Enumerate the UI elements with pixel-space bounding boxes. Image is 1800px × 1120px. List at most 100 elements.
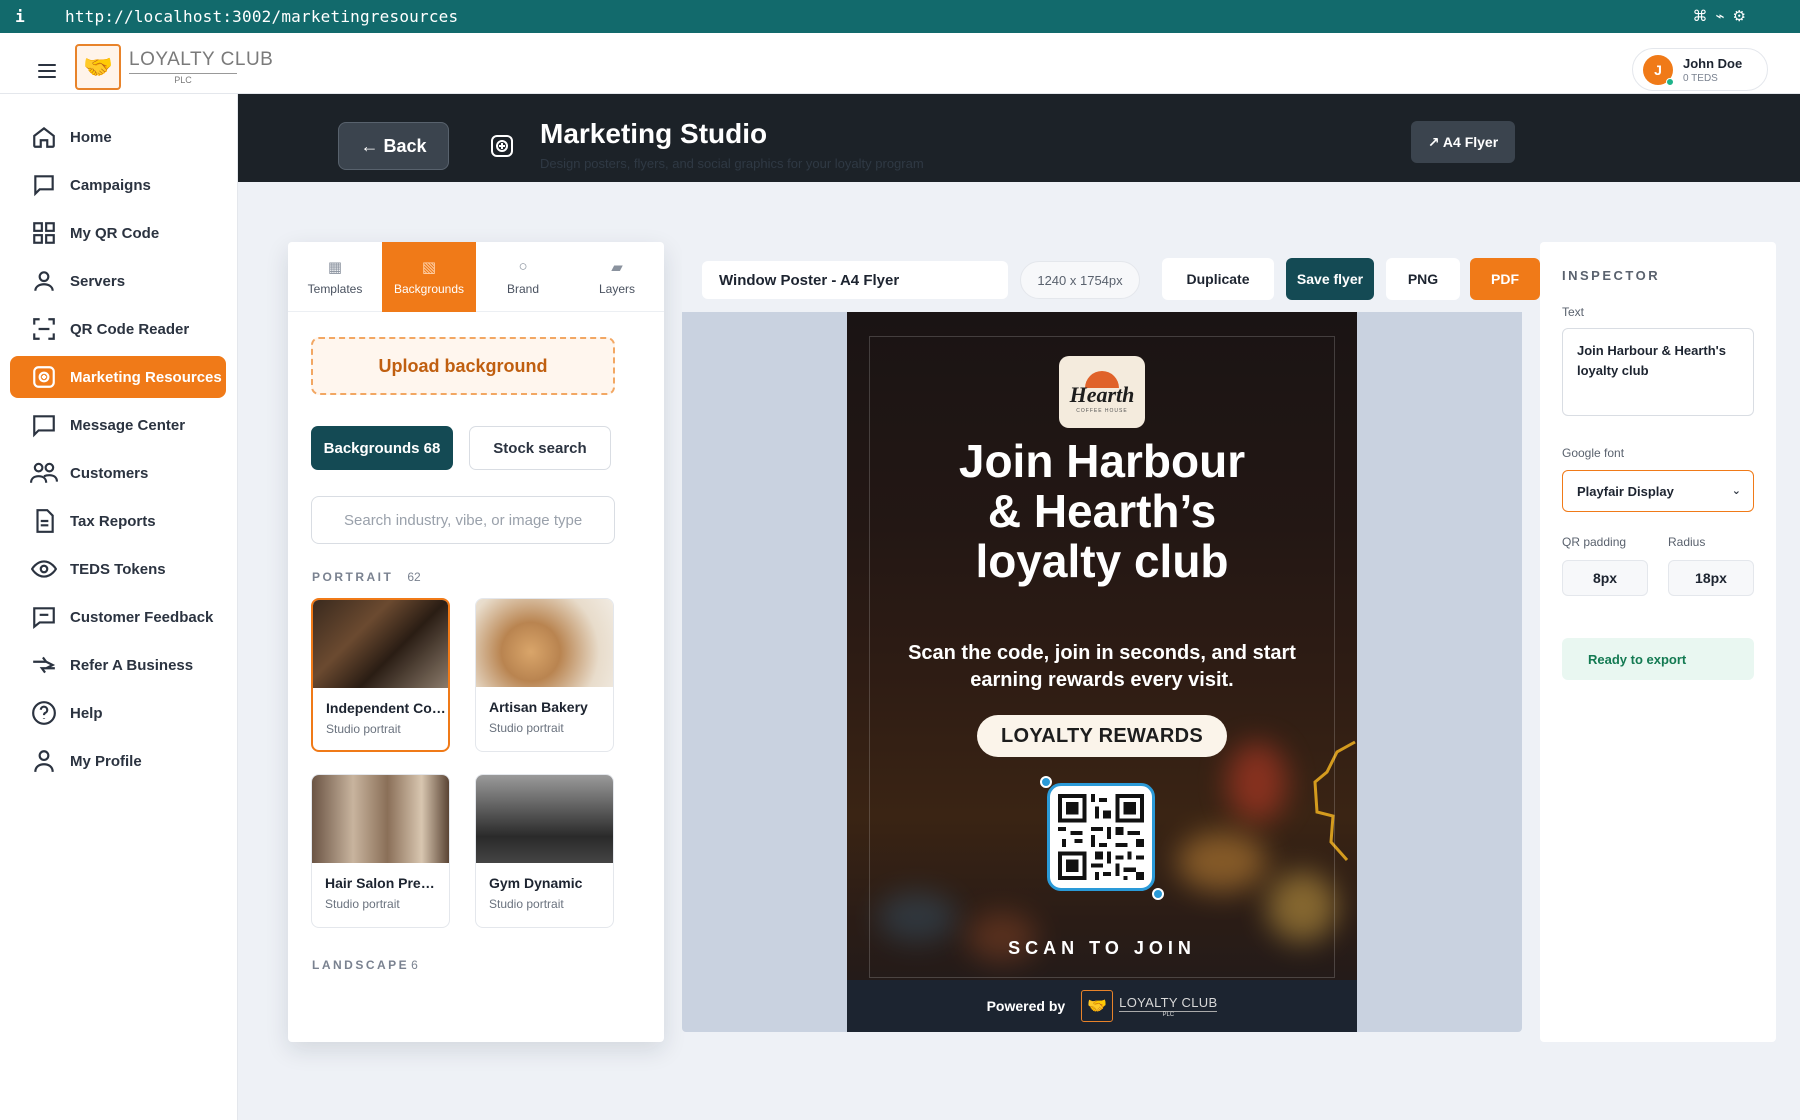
bakery-thumbnail bbox=[476, 599, 613, 687]
backgrounds-icon: ▧ bbox=[421, 259, 437, 276]
export-pdf-button[interactable]: PDF bbox=[1470, 258, 1540, 300]
font-select[interactable]: Playfair Display ⌄ bbox=[1562, 470, 1754, 512]
user-icon bbox=[28, 265, 60, 297]
footer-logo-text: LOYALTY CLUB PLC bbox=[1119, 994, 1218, 1018]
tab-backgrounds[interactable]: ▧ Backgrounds bbox=[382, 242, 476, 312]
sidebar-item-customers[interactable]: Customers bbox=[10, 452, 226, 494]
scan-icon bbox=[28, 313, 60, 345]
campaign-icon bbox=[28, 169, 60, 201]
font-field-label: Google font bbox=[1562, 446, 1625, 460]
link-icon[interactable]: ⌁ bbox=[1716, 7, 1725, 25]
command-icon[interactable]: ⌘ bbox=[1693, 7, 1708, 25]
tab-layers[interactable]: ▰ Layers bbox=[570, 242, 664, 312]
background-search-input[interactable]: Search industry, vibe, or image type bbox=[311, 496, 615, 544]
tab-brand[interactable]: ○ Brand bbox=[476, 242, 570, 312]
backgrounds-filter-button[interactable]: Backgrounds 68 bbox=[311, 426, 453, 470]
loyalty-rewards-pill[interactable]: LOYALTY REWARDS bbox=[977, 715, 1227, 757]
upload-background-button[interactable]: Upload background bbox=[311, 337, 615, 395]
sidebar-item-message-center[interactable]: Message Center bbox=[10, 404, 226, 446]
browser-url-bar: i http://localhost:3002/marketingresourc… bbox=[0, 0, 1800, 33]
top-header: 🤝 LOYALTY CLUB PLC J John Doe 0 TEDS bbox=[0, 33, 1800, 94]
business-logo[interactable]: Hearth COFFEE HOUSE bbox=[1059, 356, 1145, 428]
eye-icon bbox=[28, 553, 60, 585]
users-icon bbox=[28, 457, 60, 489]
brand-logo[interactable]: 🤝 LOYALTY CLUB PLC bbox=[75, 44, 273, 90]
radius-label: Radius bbox=[1668, 535, 1706, 549]
radius-input[interactable]: 18px bbox=[1668, 560, 1754, 596]
document-icon bbox=[28, 505, 60, 537]
sidebar-item-my-profile[interactable]: My Profile bbox=[10, 740, 226, 782]
text-content-field[interactable]: Join Harbour & Hearth's loyalty club bbox=[1562, 328, 1754, 416]
inspector-title: INSPECTOR bbox=[1562, 268, 1661, 283]
resize-handle-top-left[interactable] bbox=[1040, 776, 1052, 788]
settings-icon[interactable]: ⚙ bbox=[1733, 7, 1746, 25]
qr-code-icon bbox=[1058, 794, 1144, 880]
grid-icon bbox=[28, 217, 60, 249]
landscape-section-label: LANDSCAPE 6 bbox=[312, 958, 418, 972]
sidebar-item-campaigns[interactable]: Campaigns bbox=[10, 164, 226, 206]
online-status-dot bbox=[1666, 77, 1674, 86]
hamburger-menu-icon[interactable] bbox=[38, 64, 56, 78]
info-icon[interactable]: i bbox=[0, 7, 40, 26]
qr-code[interactable] bbox=[1047, 783, 1155, 891]
hair-salon-thumbnail bbox=[312, 775, 449, 863]
design-name-input[interactable]: Window Poster - A4 Flyer bbox=[702, 261, 1008, 299]
flyer-canvas[interactable]: Hearth COFFEE HOUSE Join Harbour & Heart… bbox=[847, 312, 1357, 1032]
url-text[interactable]: http://localhost:3002/marketingresources bbox=[65, 7, 458, 26]
stock-search-button[interactable]: Stock search bbox=[469, 426, 611, 470]
chevron-down-icon: ⌄ bbox=[1731, 485, 1741, 497]
sidebar-item-tax-reports[interactable]: Tax Reports bbox=[10, 500, 226, 542]
coffee-shop-thumbnail bbox=[313, 600, 448, 688]
background-card[interactable]: Hair Salon Premium Studio portrait bbox=[311, 774, 450, 928]
templates-icon: ▦ bbox=[327, 259, 343, 276]
poster-footer: Powered by 🤝 LOYALTY CLUB PLC bbox=[847, 980, 1357, 1032]
canvas-toolbar: Window Poster - A4 Flyer 1240 x 1754px D… bbox=[682, 242, 1522, 312]
sidebar-item-teds-tokens[interactable]: TEDS Tokens bbox=[10, 548, 226, 590]
export-status-badge: Ready to export bbox=[1562, 638, 1754, 680]
studio-header: ← Back Marketing Studio Design posters, … bbox=[238, 94, 1800, 182]
page-subtitle: Design posters, flyers, and social graph… bbox=[540, 156, 924, 171]
sidebar-item-my-qr-code[interactable]: My QR Code bbox=[10, 212, 226, 254]
sidebar-item-home[interactable]: Home bbox=[10, 116, 226, 158]
message-icon bbox=[28, 409, 60, 441]
gym-thumbnail bbox=[476, 775, 613, 863]
resize-handle-bottom-right[interactable] bbox=[1152, 888, 1164, 900]
background-card[interactable]: Gym Dynamic Studio portrait bbox=[475, 774, 614, 928]
user-menu[interactable]: J John Doe 0 TEDS bbox=[1632, 48, 1768, 91]
layers-icon: ▰ bbox=[611, 259, 623, 276]
help-icon bbox=[28, 697, 60, 729]
avatar: J bbox=[1643, 54, 1674, 86]
tab-templates[interactable]: ▦ Templates bbox=[288, 242, 382, 312]
sidebar-item-customer-feedback[interactable]: Customer Feedback bbox=[10, 596, 226, 638]
asset-tabs: ▦ Templates ▧ Backgrounds ○ Brand ▰ Layers bbox=[288, 242, 664, 312]
sidebar-item-refer-a-business[interactable]: Refer A Business bbox=[10, 644, 226, 686]
page-title: Marketing Studio bbox=[540, 118, 768, 149]
logo-subtitle: PLC bbox=[129, 73, 237, 85]
brand-icon: ○ bbox=[518, 258, 528, 275]
background-card[interactable]: Independent Coffee Shop Studio portrait bbox=[311, 598, 450, 752]
sidebar-item-qr-code-reader[interactable]: QR Code Reader bbox=[10, 308, 226, 350]
save-flyer-button[interactable]: Save flyer bbox=[1286, 258, 1374, 300]
sidebar-item-help[interactable]: Help bbox=[10, 692, 226, 734]
powered-by-label: Powered by bbox=[986, 998, 1066, 1014]
background-card[interactable]: Artisan Bakery Studio portrait bbox=[475, 598, 614, 752]
user-balance: 0 TEDS bbox=[1683, 72, 1718, 84]
qr-padding-input[interactable]: 8px bbox=[1562, 560, 1648, 596]
export-png-button[interactable]: PNG bbox=[1386, 258, 1460, 300]
sidebar-item-marketing-resources[interactable]: Marketing Resources bbox=[10, 356, 226, 398]
sidebar: Home Campaigns My QR Code Servers QR Cod… bbox=[0, 94, 238, 1120]
format-chip[interactable]: ↗ A4 Flyer bbox=[1411, 121, 1515, 163]
scan-to-join-label[interactable]: SCAN TO JOIN bbox=[847, 938, 1357, 959]
poster-headline[interactable]: Join Harbour & Hearth’s loyalty club bbox=[847, 436, 1357, 586]
user-name: John Doe bbox=[1683, 55, 1743, 71]
feedback-icon bbox=[28, 601, 60, 633]
poster-subtext[interactable]: Scan the code, join in seconds, and star… bbox=[887, 640, 1317, 694]
duplicate-button[interactable]: Duplicate bbox=[1162, 258, 1274, 300]
logo-title: LOYALTY CLUB bbox=[129, 49, 274, 70]
sidebar-item-servers[interactable]: Servers bbox=[10, 260, 226, 302]
studio-icon bbox=[490, 134, 514, 158]
home-icon bbox=[28, 121, 60, 153]
browser-tools: ⌘ ⌁ ⚙ bbox=[1693, 7, 1746, 25]
back-button[interactable]: ← Back bbox=[338, 122, 449, 170]
refer-icon bbox=[28, 649, 60, 681]
